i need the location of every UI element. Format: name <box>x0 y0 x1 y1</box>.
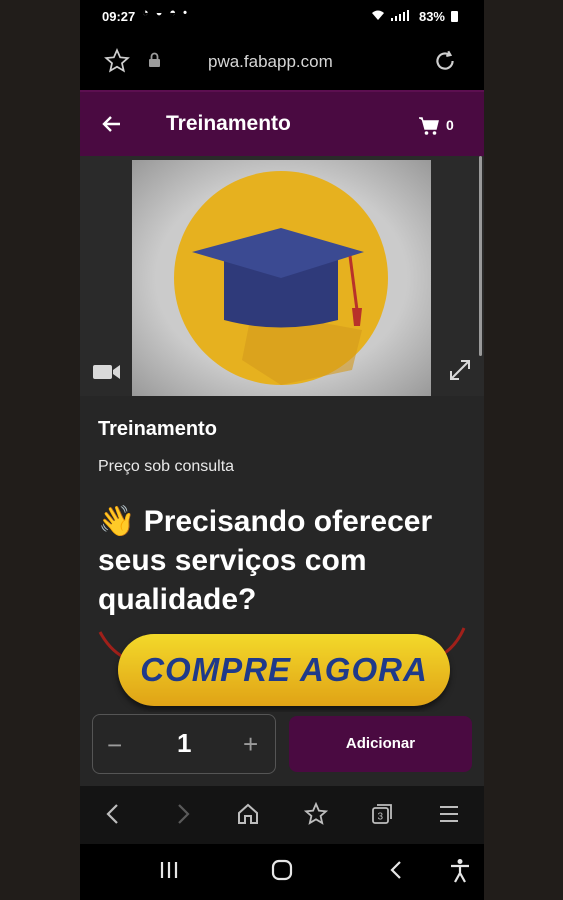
product-details: Treinamento Preço sob consulta 👋 Precisa… <box>80 396 484 786</box>
battery-icon <box>451 11 458 22</box>
home-button-icon[interactable] <box>270 858 294 887</box>
status-time: 09:27 <box>102 9 136 24</box>
fullscreen-expand-icon[interactable] <box>448 358 472 387</box>
home-icon[interactable] <box>236 802 260 831</box>
browser-back-icon[interactable] <box>102 802 124 831</box>
left-backdrop <box>0 0 80 900</box>
right-backdrop <box>484 0 563 900</box>
bookmark-star-icon[interactable] <box>104 48 130 79</box>
browser-url-bar: pwa.fabapp.com <box>80 34 484 90</box>
decrement-button[interactable]: − <box>107 730 122 761</box>
recent-apps-icon[interactable] <box>158 858 180 887</box>
status-bar: 09:27 ◔ ◒ ◓ • 83% <box>80 0 484 34</box>
purchase-actions: − 1 + Adicionar <box>80 712 484 786</box>
quantity-value[interactable]: 1 <box>177 728 191 759</box>
notification-icons: ◔ ◒ ◓ • <box>142 7 189 19</box>
increment-button[interactable]: + <box>243 729 258 760</box>
system-back-icon[interactable] <box>386 858 406 887</box>
product-image <box>132 160 431 396</box>
product-title: Treinamento <box>98 418 217 440</box>
status-right: 83% <box>371 9 458 24</box>
quantity-stepper: − 1 + <box>92 714 276 774</box>
accessibility-icon[interactable] <box>448 858 472 889</box>
media-scrollbar[interactable] <box>479 156 482 356</box>
buy-now-banner-button[interactable]: COMPRE AGORA <box>118 634 450 706</box>
cart-count-badge: 0 <box>446 117 454 133</box>
url-text[interactable]: pwa.fabapp.com <box>208 52 333 72</box>
battery-percent: 83% <box>418 9 445 24</box>
product-media[interactable] <box>80 156 484 396</box>
system-nav-bar <box>80 844 484 900</box>
app-header: Treinamento 0 <box>80 90 484 158</box>
page-title: Treinamento <box>166 112 291 135</box>
video-camera-icon[interactable] <box>92 362 122 387</box>
bookmarks-icon[interactable] <box>303 801 329 831</box>
lock-icon <box>148 52 161 73</box>
phone-screen: 09:27 ◔ ◒ ◓ • 83% pwa.fabapp.com Treinam… <box>80 0 484 900</box>
signal-icon <box>390 9 413 24</box>
tabs-icon[interactable]: 3 <box>370 802 394 831</box>
back-arrow-icon[interactable] <box>100 112 124 141</box>
product-price: Preço sob consulta <box>98 458 235 475</box>
reload-icon[interactable] <box>432 48 458 79</box>
browser-nav-bar: 3 <box>80 786 484 844</box>
wifi-icon <box>371 9 385 24</box>
cart-icon[interactable] <box>418 116 440 141</box>
buy-now-label: COMPRE AGORA <box>140 651 428 688</box>
cta-banner: COMPRE AGORA <box>96 618 470 706</box>
menu-icon[interactable] <box>438 802 460 831</box>
browser-forward-icon[interactable] <box>172 802 194 831</box>
svg-text:3: 3 <box>378 812 384 823</box>
add-to-cart-button[interactable]: Adicionar <box>289 716 472 772</box>
product-headline: 👋 Precisando oferecer seus serviços com … <box>98 505 433 616</box>
